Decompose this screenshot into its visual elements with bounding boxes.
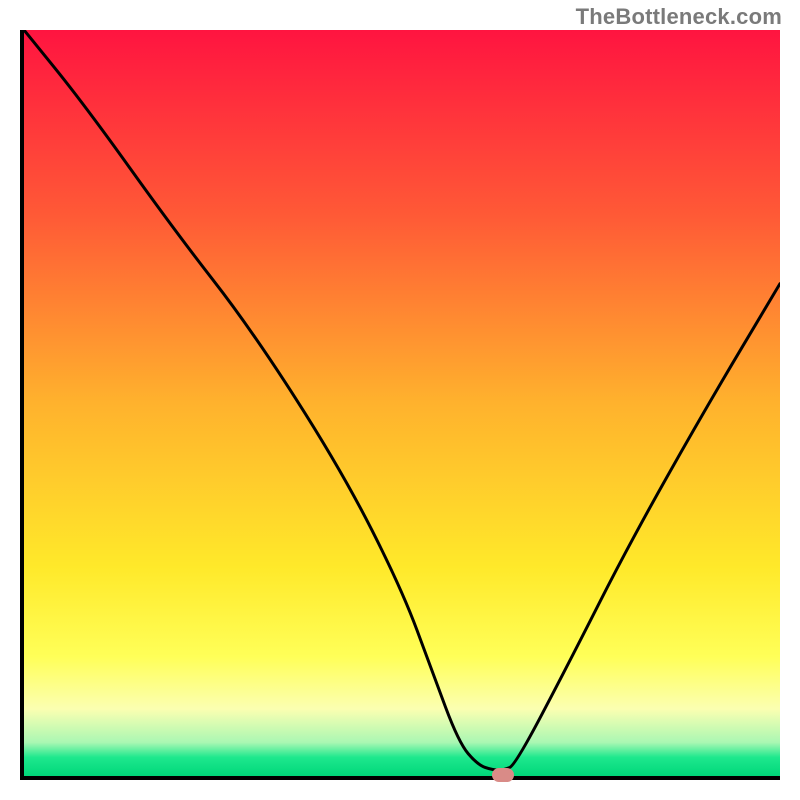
chart-container: TheBottleneck.com [0, 0, 800, 800]
chart-svg [24, 30, 780, 776]
optimal-point-marker [492, 768, 514, 782]
plot-area [24, 30, 780, 776]
watermark-text: TheBottleneck.com [576, 4, 782, 30]
plot-background [24, 30, 780, 776]
plot-frame [20, 30, 780, 780]
